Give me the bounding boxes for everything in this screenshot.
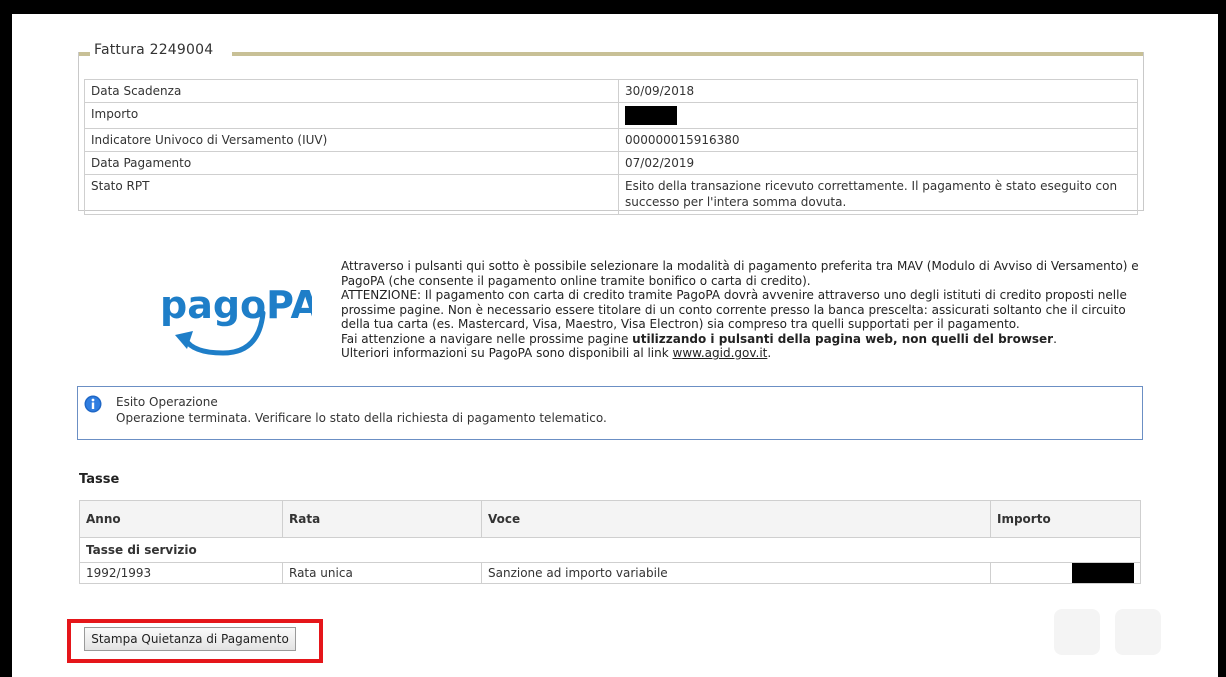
iuv-label: Indicatore Univoco di Versamento (IUV) <box>84 128 619 152</box>
iuv-value: 000000015916380 <box>618 128 1138 152</box>
tasse-voce: Sanzione ad importo variabile <box>481 562 991 584</box>
tasse-rata: Rata unica <box>282 562 482 584</box>
tasse-importo <box>990 562 1141 584</box>
faded-icon <box>1054 609 1100 655</box>
payment-date-label: Data Pagamento <box>84 151 619 175</box>
invoice-details-table: Data Scadenza 30/09/2018 Importo Indicat… <box>84 79 1138 215</box>
table-row: Tasse di servizio <box>79 537 1141 563</box>
rpt-status-label: Stato RPT <box>84 174 619 215</box>
screenshot-frame-top <box>0 0 1226 14</box>
col-rata-header: Rata <box>282 500 482 538</box>
table-row: Data Scadenza 30/09/2018 <box>84 79 1138 103</box>
redacted-amount <box>625 106 677 125</box>
col-anno-header: Anno <box>79 500 283 538</box>
tasse-anno: 1992/1993 <box>79 562 283 584</box>
pagopa-logo: pagoPA <box>127 241 321 373</box>
pagopa-logo-icon: pagoPA <box>160 283 321 356</box>
pagopa-paragraph-3: Fai attenzione a navigare nelle prossime… <box>341 331 1057 346</box>
browser-warning-bold: utilizzando i pulsanti della pagina web,… <box>632 331 1054 346</box>
pagopa-info-text: Attraverso i pulsanti qui sotto è possib… <box>341 259 1141 361</box>
screenshot-frame-right <box>1218 0 1226 677</box>
pagopa-logo-text: pagoPA <box>160 283 312 327</box>
tasse-heading: Tasse <box>79 472 120 487</box>
payment-date-value: 07/02/2019 <box>618 151 1138 175</box>
pagopa-paragraph-2: ATTENZIONE: Il pagamento con carta di cr… <box>341 288 1127 331</box>
table-row: Data Pagamento 07/02/2019 <box>84 151 1138 175</box>
table-row: Indicatore Univoco di Versamento (IUV) 0… <box>84 128 1138 152</box>
table-row: 1992/1993 Rata unica Sanzione ad importo… <box>79 562 1141 584</box>
rpt-status-value: Esito della transazione ricevuto corrett… <box>618 174 1138 215</box>
amount-label: Importo <box>84 102 619 129</box>
highlight-box <box>67 619 323 663</box>
tasse-table: Anno Rata Voce Importo Tasse di servizio… <box>79 500 1141 584</box>
table-row: Importo <box>84 102 1138 129</box>
col-importo-header: Importo <box>990 500 1141 538</box>
tasse-group-label: Tasse di servizio <box>79 537 1141 563</box>
due-date-label: Data Scadenza <box>84 79 619 103</box>
screenshot-frame-left <box>0 0 12 677</box>
pagopa-paragraph-4: Ulteriori informazioni su PagoPA sono di… <box>341 346 772 360</box>
table-row: Stato RPT Esito della transazione ricevu… <box>84 174 1138 215</box>
due-date-value: 30/09/2018 <box>618 79 1138 103</box>
faded-icon <box>1115 609 1161 655</box>
operation-result-message: Operazione terminata. Verificare lo stat… <box>116 411 607 425</box>
agid-link[interactable]: www.agid.gov.it <box>673 346 768 360</box>
tasse-header-row: Anno Rata Voce Importo <box>79 500 1141 538</box>
col-voce-header: Voce <box>481 500 991 538</box>
redacted-importo <box>1072 563 1134 583</box>
operation-result-title: Esito Operazione <box>116 395 218 409</box>
pagopa-paragraph-1: Attraverso i pulsanti qui sotto è possib… <box>341 259 1139 288</box>
amount-value <box>618 102 1138 129</box>
operation-result-box: Esito Operazione Operazione terminata. V… <box>77 386 1143 440</box>
info-icon <box>84 395 102 413</box>
